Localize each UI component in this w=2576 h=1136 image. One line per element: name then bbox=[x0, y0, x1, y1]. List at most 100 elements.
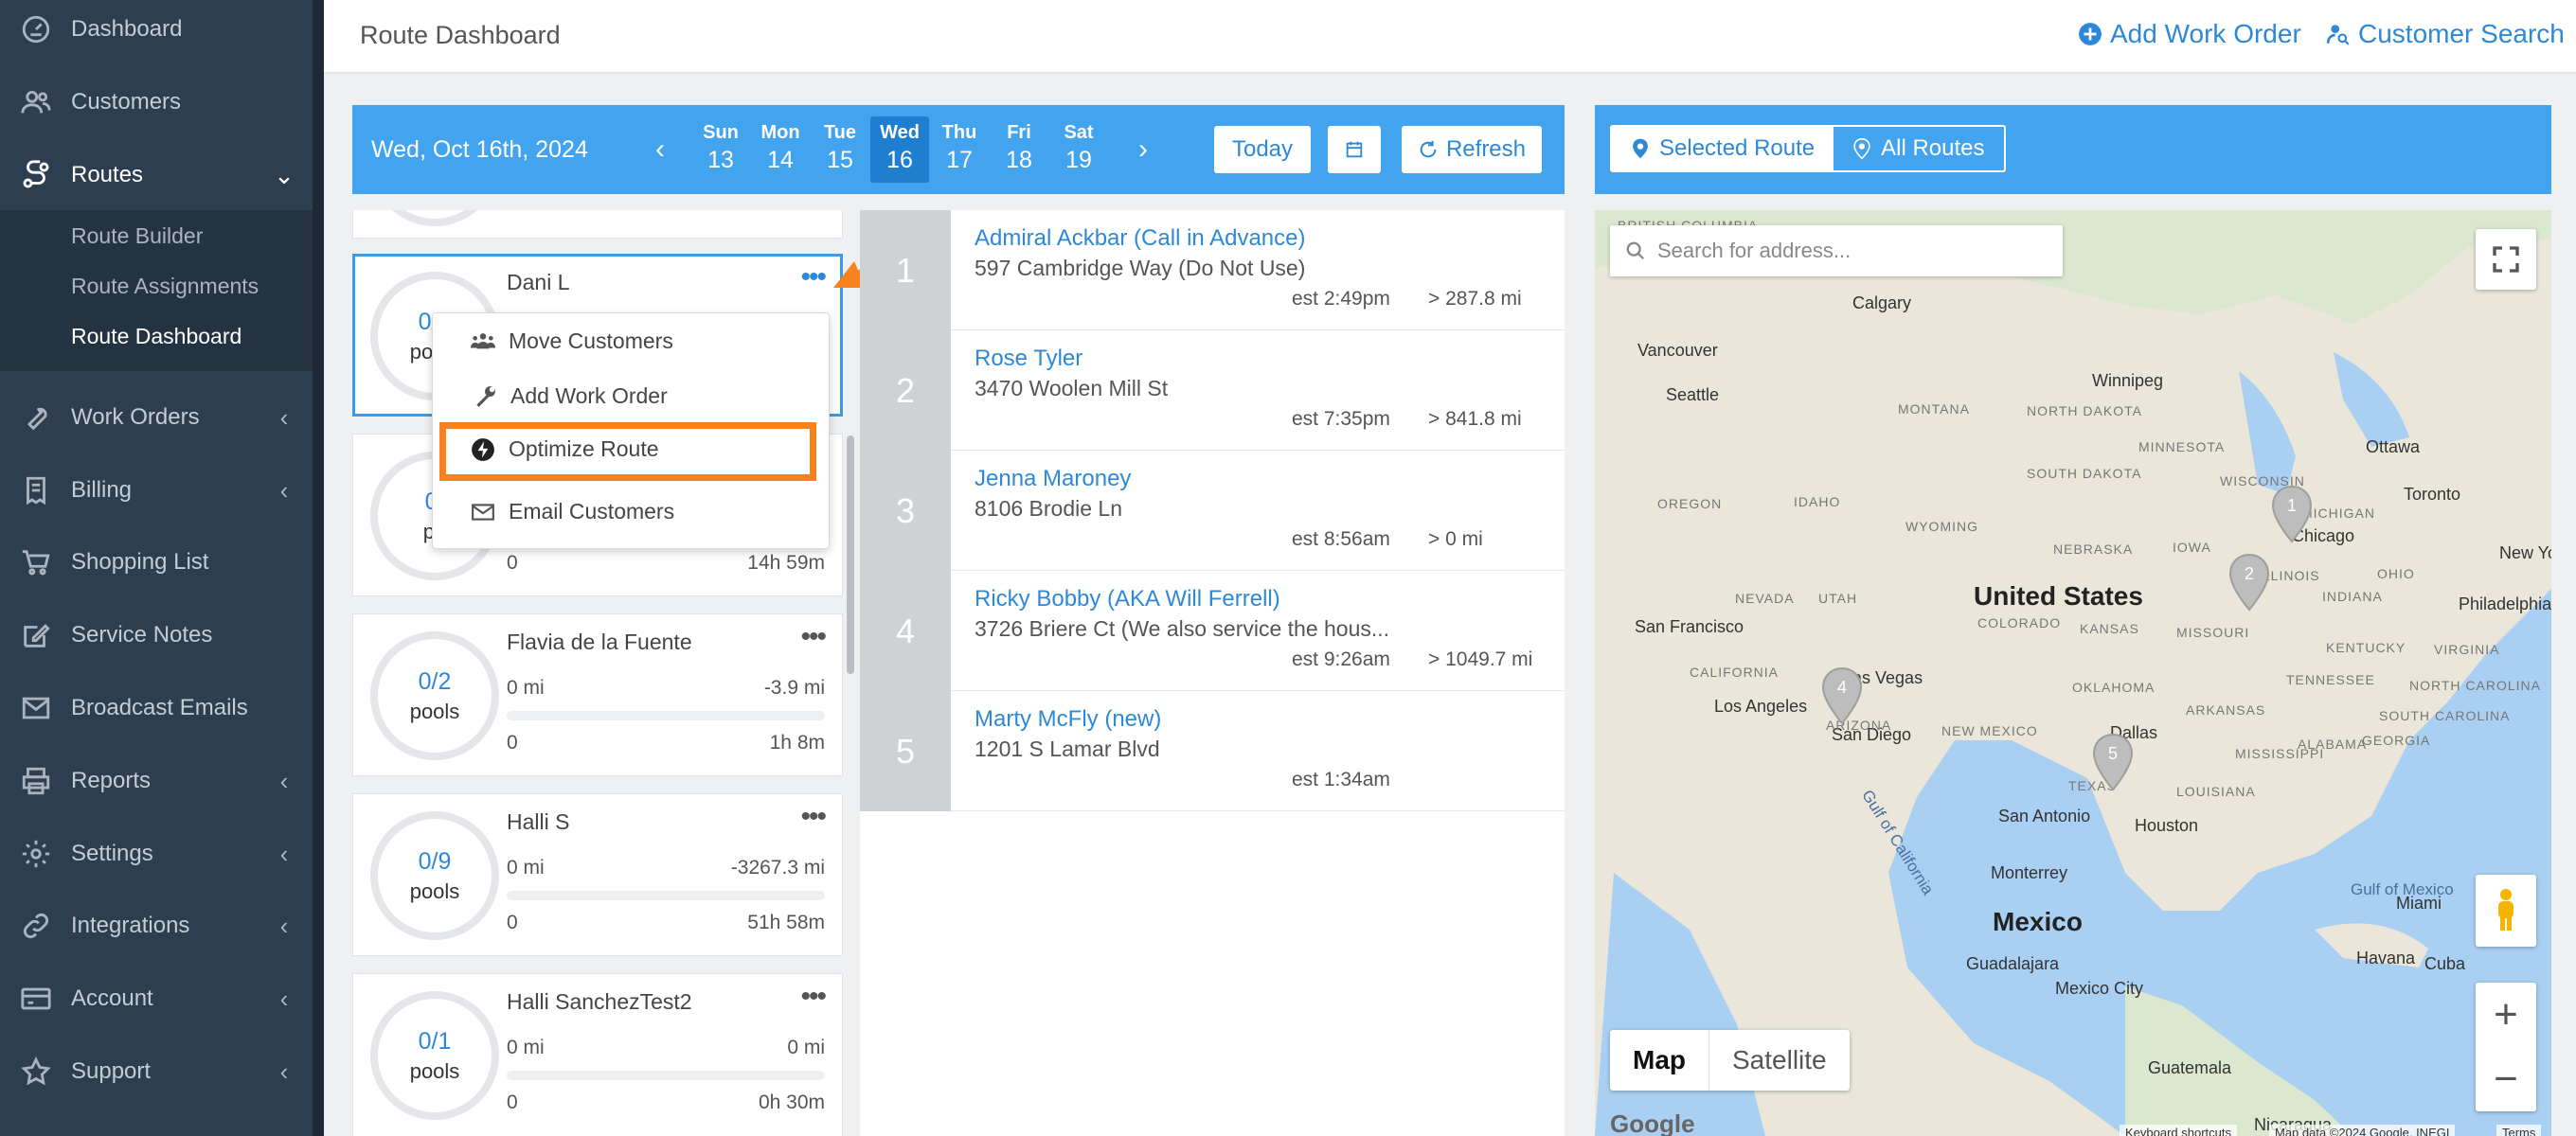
sidebar-item-routes[interactable]: Routes ⌄ bbox=[0, 147, 313, 204]
day-sun[interactable]: Sun 13 bbox=[691, 116, 750, 183]
zoom-in-button[interactable]: + bbox=[2476, 983, 2536, 1047]
route-time: 14h 59m bbox=[747, 552, 825, 574]
stop-eta: est 9:26am bbox=[1292, 648, 1390, 670]
stop-address: 3470 Woolen Mill St bbox=[975, 376, 1169, 400]
more-options-icon[interactable]: ••• bbox=[800, 803, 826, 831]
day-date: 15 bbox=[827, 147, 853, 173]
day-sat[interactable]: Sat 19 bbox=[1049, 116, 1108, 183]
stop-number: 3 bbox=[860, 451, 951, 571]
map-pin-1[interactable]: 1 bbox=[2270, 485, 2314, 543]
sidebar-item-broadcast-emails[interactable]: Broadcast Emails bbox=[0, 680, 313, 737]
terms-link[interactable]: Terms bbox=[2496, 1125, 2542, 1136]
map-label: Havana bbox=[2356, 949, 2416, 967]
calendar-button[interactable] bbox=[1328, 126, 1381, 173]
sidebar-subitem-route-dashboard[interactable]: Route Dashboard bbox=[71, 324, 242, 349]
sidebar-subitem-route-builder[interactable]: Route Builder bbox=[71, 223, 203, 249]
pool-unit: pools bbox=[409, 699, 460, 723]
map-state-label: UTAH bbox=[1818, 591, 1858, 606]
map-pin-4[interactable]: 4 bbox=[1820, 666, 1864, 725]
sidebar-item-dashboard[interactable]: Dashboard bbox=[0, 1, 313, 58]
sidebar: Dashboard Customers Routes ⌄ Route Build… bbox=[0, 0, 313, 1136]
tab-all-routes[interactable]: All Routes bbox=[1834, 127, 2003, 170]
zoom-control: + − bbox=[2476, 983, 2536, 1111]
map-type-map-button[interactable]: Map bbox=[1610, 1030, 1709, 1091]
stop-row[interactable]: 4 Ricky Bobby (AKA Will Ferrell) 3726 Br… bbox=[860, 571, 1565, 691]
sidebar-item-integrations[interactable]: Integrations ‹ bbox=[0, 897, 313, 954]
sidebar-subitem-route-assignments[interactable]: Route Assignments bbox=[71, 274, 259, 299]
pool-count: 0/1 bbox=[418, 1027, 452, 1055]
more-options-icon[interactable]: ••• bbox=[800, 623, 826, 651]
day-wed[interactable]: Wed 16 bbox=[870, 116, 929, 183]
map-type-satellite-button[interactable]: Satellite bbox=[1709, 1030, 1850, 1091]
menu-item-email-customers[interactable]: Email Customers bbox=[471, 499, 674, 524]
sidebar-item-settings[interactable]: Settings ‹ bbox=[0, 825, 313, 882]
technician-card-partial[interactable] bbox=[352, 210, 843, 239]
map-search-input[interactable]: Search for address... bbox=[1610, 225, 2063, 276]
stop-number: 4 bbox=[860, 571, 951, 691]
keyboard-shortcuts-link[interactable]: Keyboard shortcuts bbox=[2120, 1125, 2238, 1136]
top-bar: Route Dashboard Add Work Order Customer … bbox=[324, 0, 2576, 74]
add-work-order-link[interactable]: Add Work Order bbox=[2078, 19, 2301, 49]
sidebar-item-account[interactable]: Account ‹ bbox=[0, 970, 313, 1027]
route-map[interactable]: BRITISH COLUMBIA Calgary Winnipeg Vancou… bbox=[1595, 210, 2551, 1136]
scrollbar-thumb[interactable] bbox=[847, 435, 854, 674]
map-state-label: MINNESOTA bbox=[2138, 439, 2226, 454]
technician-card[interactable]: 0/2 pools Flavia de la Fuente ••• 0 mi -… bbox=[352, 613, 843, 776]
sidebar-item-label: Service Notes bbox=[71, 622, 213, 648]
day-mon[interactable]: Mon 14 bbox=[751, 116, 810, 183]
fullscreen-button[interactable] bbox=[2476, 229, 2536, 290]
stop-eta: est 1:34am bbox=[1292, 769, 1390, 790]
stop-row[interactable]: 2 Rose Tyler 3470 Woolen Mill St est 7:3… bbox=[860, 330, 1565, 451]
customer-name-link[interactable]: Admiral Ackbar (Call in Advance) bbox=[975, 225, 1305, 252]
map-state-label: GEORGIA bbox=[2362, 733, 2431, 748]
map-state-label: NORTH CAROLINA bbox=[2409, 678, 2541, 693]
sidebar-item-work-orders[interactable]: Work Orders ‹ bbox=[0, 389, 313, 446]
sidebar-item-service-notes[interactable]: Service Notes bbox=[0, 607, 313, 664]
map-pin-icon bbox=[1633, 138, 1648, 159]
day-tue[interactable]: Tue 15 bbox=[811, 116, 869, 183]
customer-name-link[interactable]: Marty McFly (new) bbox=[975, 706, 1161, 733]
technician-card[interactable]: 0/1 pools Halli SanchezTest2 ••• 0 mi 0 … bbox=[352, 973, 843, 1136]
more-options-icon[interactable]: ••• bbox=[800, 983, 826, 1011]
stop-address: 1201 S Lamar Blvd bbox=[975, 737, 1160, 761]
map-country-label: United States bbox=[1974, 581, 2143, 611]
street-view-button[interactable] bbox=[2476, 875, 2536, 947]
sidebar-item-shopping-list[interactable]: Shopping List bbox=[0, 534, 313, 591]
progress-ring bbox=[370, 210, 499, 226]
today-button[interactable]: Today bbox=[1214, 126, 1311, 173]
page-title: Route Dashboard bbox=[360, 21, 561, 49]
cart-icon bbox=[0, 546, 71, 578]
day-name: Sat bbox=[1064, 122, 1094, 143]
customer-name-link[interactable]: Ricky Bobby (AKA Will Ferrell) bbox=[975, 586, 1280, 612]
sidebar-item-customers[interactable]: Customers bbox=[0, 74, 313, 131]
pin-label: 5 bbox=[2108, 744, 2118, 763]
day-fri[interactable]: Fri 18 bbox=[990, 116, 1048, 183]
sidebar-item-reports[interactable]: Reports ‹ bbox=[0, 753, 313, 809]
map-pin-5[interactable]: 5 bbox=[2091, 733, 2135, 791]
customer-name-link[interactable]: Jenna Maroney bbox=[975, 466, 1131, 492]
stop-row[interactable]: 3 Jenna Maroney 8106 Brodie Ln est 8:56a… bbox=[860, 451, 1565, 571]
tab-selected-route[interactable]: Selected Route bbox=[1612, 127, 1834, 170]
progress-ring: 0/2 pools bbox=[370, 631, 499, 760]
map-pin-2[interactable]: 2 bbox=[2227, 553, 2271, 612]
refresh-button[interactable]: Refresh bbox=[1402, 126, 1542, 173]
menu-item-add-work-order[interactable]: Add Work Order bbox=[473, 383, 668, 409]
optimize-route-highlight bbox=[439, 422, 816, 481]
stop-row[interactable]: 5 Marty McFly (new) 1201 S Lamar Blvd es… bbox=[860, 691, 1565, 811]
stop-row[interactable]: 1 Admiral Ackbar (Call in Advance) 597 C… bbox=[860, 210, 1565, 330]
sidebar-item-label: Customers bbox=[71, 89, 182, 115]
search-icon bbox=[1626, 241, 1645, 260]
customer-name-link[interactable]: Rose Tyler bbox=[975, 346, 1082, 372]
day-thu[interactable]: Thu 17 bbox=[930, 116, 989, 183]
chevron-left-icon[interactable]: ‹ bbox=[646, 132, 674, 168]
map-state-label: IDAHO bbox=[1794, 494, 1841, 509]
route-stops-list: 1 Admiral Ackbar (Call in Advance) 597 C… bbox=[860, 210, 1565, 1136]
zoom-out-button[interactable]: − bbox=[2476, 1047, 2536, 1111]
sidebar-item-billing[interactable]: Billing ‹ bbox=[0, 462, 313, 519]
map-label: New York bbox=[2499, 543, 2551, 562]
sidebar-item-support[interactable]: Support ‹ bbox=[0, 1043, 313, 1100]
technician-card[interactable]: 0/9 pools Halli S ••• 0 mi -3267.3 mi 0 … bbox=[352, 793, 843, 956]
menu-item-move-customers[interactable]: Move Customers bbox=[471, 328, 673, 354]
customer-search-link[interactable]: Customer Search bbox=[2326, 19, 2565, 49]
chevron-right-icon[interactable]: › bbox=[1129, 132, 1157, 168]
